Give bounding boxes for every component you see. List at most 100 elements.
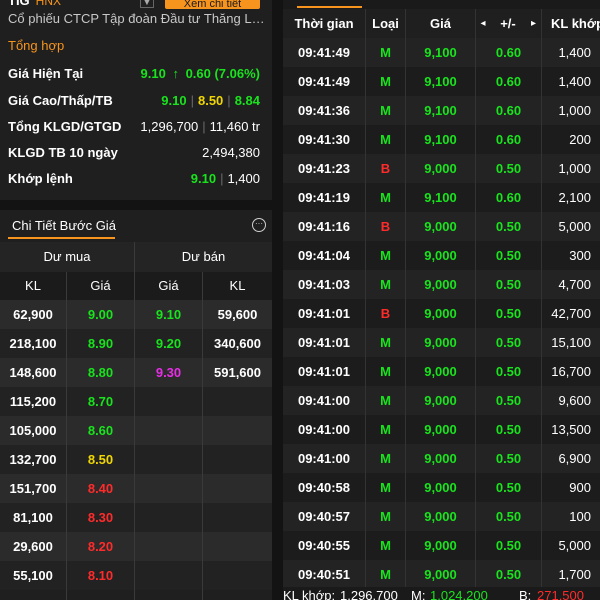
trade-row[interactable]: 09:41:01 M 9,000 0.50 15,100: [283, 328, 600, 357]
trade-row[interactable]: 09:40:51 M 9,000 0.50 1,700: [283, 560, 600, 589]
trade-price-cell: 9,000: [424, 422, 457, 437]
trade-volume-cell: 1,000: [558, 161, 591, 176]
ask-price-cell: [135, 416, 202, 445]
bid-price-header: Giá: [67, 272, 134, 300]
bid-volume-cell: 148,600: [9, 365, 57, 380]
ask-volume-cell: [203, 561, 272, 590]
trade-type-cell: B: [380, 161, 391, 176]
trade-change-cell: 0.50: [495, 567, 522, 582]
trade-volume-cell: 1,700: [558, 567, 591, 582]
next-column-icon[interactable]: ▸: [526, 9, 541, 38]
trade-row[interactable]: 09:41:19 M 9,100 0.60 2,100: [283, 183, 600, 212]
ask-price-cell: [135, 503, 202, 532]
trade-change-cell: 0.50: [495, 451, 522, 466]
trade-row[interactable]: 09:41:30 M 9,100 0.60 200: [283, 125, 600, 154]
order-book-row[interactable]: 55,100 8.10: [0, 561, 272, 590]
ask-price-cell: 9.20: [155, 336, 182, 351]
tab-price-steps[interactable]: Chi Tiết Bước Giá: [12, 218, 116, 233]
trade-time-cell: 09:41:04: [297, 248, 351, 263]
trade-row[interactable]: 09:41:36 M 9,100 0.60 1,000: [283, 96, 600, 125]
more-options-icon[interactable]: ···: [252, 218, 266, 232]
trade-time-cell: 09:41:01: [297, 335, 351, 350]
matched-total-value: 1,296,700: [340, 588, 398, 600]
bid-price-cell: 9.00: [87, 307, 114, 322]
trade-type-cell: M: [380, 422, 391, 437]
trade-row[interactable]: 09:40:57 M 9,000 0.50 100: [283, 502, 600, 531]
bid-price-cell: 8.10: [87, 568, 114, 583]
trade-row[interactable]: 09:41:01 M 9,000 0.50 16,700: [283, 357, 600, 386]
order-book-row[interactable]: 105,000 8.60: [0, 416, 272, 445]
trade-time-cell: 09:41:36: [297, 103, 351, 118]
ask-volume-cell: 591,600: [214, 365, 261, 380]
trade-change-cell: 0.50: [495, 335, 522, 350]
trade-change-cell: 0.50: [495, 248, 522, 263]
exchange-code: HNX: [35, 0, 62, 8]
trade-time-cell: 09:41:03: [297, 277, 351, 292]
symbol-header: TIG HNX: [8, 0, 61, 8]
trade-time-cell: 09:40:55: [297, 538, 351, 553]
trade-row[interactable]: 09:41:16 B 9,000 0.50 5,000: [283, 212, 600, 241]
trade-row[interactable]: 09:40:58 M 9,000 0.50 900: [283, 473, 600, 502]
order-book-row[interactable]: 115,200 8.70: [0, 387, 272, 416]
prev-column-icon[interactable]: ◂: [476, 9, 490, 38]
trade-change-cell: 0.60: [495, 74, 522, 89]
column-divider: [405, 9, 406, 589]
trade-price-cell: 9,000: [424, 161, 457, 176]
bid-volume-cell: 29,600: [13, 539, 53, 554]
trade-type-cell: M: [380, 335, 391, 350]
trade-price-cell: 9,000: [424, 277, 457, 292]
order-book-row[interactable]: 218,100 8.90 9.20 340,600: [0, 329, 272, 358]
total-volume-label: Tổng KLGD/GTGD: [8, 119, 122, 134]
trade-row[interactable]: 09:41:00 M 9,000 0.50 13,500: [283, 415, 600, 444]
trade-time-cell: 09:41:30: [297, 132, 351, 147]
trade-row[interactable]: 09:41:04 M 9,000 0.50 300: [283, 241, 600, 270]
order-book-row[interactable]: 62,900 9.00 9.10 59,600: [0, 300, 272, 329]
current-price-value: 9.10 ↑ 0.60 (7.06%): [141, 66, 261, 81]
trade-price-cell: 9,100: [424, 74, 457, 89]
view-detail-button[interactable]: Xem chi tiết: [165, 0, 260, 9]
change-column-header[interactable]: +/-: [490, 9, 526, 38]
ask-volume-cell: [203, 445, 272, 474]
trade-row[interactable]: 09:41:00 M 9,000 0.50 9,600: [283, 386, 600, 415]
ask-volume-cell: 59,600: [217, 307, 258, 322]
trade-row[interactable]: 09:41:00 M 9,000 0.50 6,900: [283, 444, 600, 473]
current-price-row: Giá Hiện Tại 9.10 ↑ 0.60 (7.06%): [8, 66, 260, 86]
trade-time-cell: 09:41:00: [297, 393, 351, 408]
column-divider: [541, 9, 542, 589]
column-divider: [134, 242, 135, 600]
bid-price-cell: 8.90: [87, 336, 114, 351]
trade-time-cell: 09:41:49: [297, 45, 351, 60]
stock-summary-panel: TIG HNX ▼ Xem chi tiết Cổ phiếu CTCP Tập…: [0, 0, 272, 200]
type-column-header[interactable]: Loại: [366, 9, 405, 38]
price-column-header[interactable]: Giá: [406, 9, 475, 38]
volume-column-header[interactable]: KL khớp: [542, 9, 600, 38]
column-divider: [66, 272, 67, 600]
trade-row[interactable]: 09:41:49 M 9,100 0.60 1,400: [283, 67, 600, 96]
trade-type-cell: M: [380, 480, 391, 495]
trade-row[interactable]: 09:41:49 M 9,100 0.60 1,400: [283, 38, 600, 67]
time-column-header[interactable]: Thời gian: [283, 9, 365, 38]
order-book-row[interactable]: 148,600 8.80 9.30 591,600: [0, 358, 272, 387]
trade-row[interactable]: 09:41:03 M 9,000 0.50 4,700: [283, 270, 600, 299]
trade-row[interactable]: 09:40:55 M 9,000 0.50 5,000: [283, 531, 600, 560]
trade-price-cell: 9,000: [424, 219, 457, 234]
trade-row[interactable]: 09:41:01 B 9,000 0.50 42,700: [283, 299, 600, 328]
order-book-row[interactable]: 81,100 8.30: [0, 503, 272, 532]
ask-price-cell: [135, 387, 202, 416]
chevron-down-icon[interactable]: ▼: [140, 0, 154, 8]
bid-price-cell: 8.80: [87, 365, 114, 380]
trade-time-cell: 09:40:58: [297, 480, 351, 495]
trade-type-cell: M: [380, 45, 391, 60]
trade-price-cell: 9,000: [424, 335, 457, 350]
trade-type-cell: M: [380, 538, 391, 553]
order-book-row[interactable]: 151,700 8.40: [0, 474, 272, 503]
trade-row[interactable]: 09:41:23 B 9,000 0.50 1,000: [283, 154, 600, 183]
bid-price-cell: 8.50: [87, 452, 114, 467]
order-book-row[interactable]: 132,700 8.50: [0, 445, 272, 474]
trade-type-cell: M: [380, 277, 391, 292]
trade-volume-cell: 1,400: [558, 74, 591, 89]
order-book-row[interactable]: 29,600 8.20: [0, 532, 272, 561]
ask-volume-cell: [203, 503, 272, 532]
trade-type-cell: M: [380, 451, 391, 466]
current-price: 9.10: [140, 66, 166, 81]
